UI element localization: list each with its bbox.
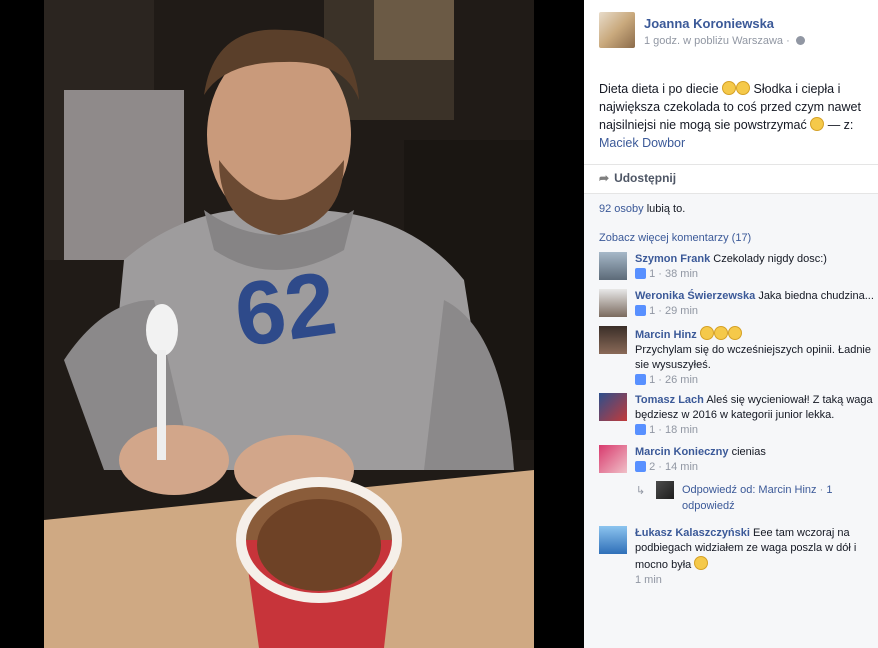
commenter-avatar[interactable] <box>599 289 627 317</box>
post-time[interactable]: 1 godz. <box>644 35 680 47</box>
post-sidebar: Joanna Koroniewska 1 godz. w pobliżu War… <box>584 0 878 648</box>
reply-separator: · <box>819 484 824 496</box>
view-more-comments-link[interactable]: Zobacz więcej komentarzy (17) <box>599 232 751 244</box>
share-button[interactable]: ➦ Udostępnij <box>599 171 676 185</box>
commenter-name[interactable]: Tomasz Lach <box>635 394 704 406</box>
commenter-avatar[interactable] <box>599 252 627 280</box>
meta-separator: · <box>658 461 662 473</box>
likes-count-link[interactable]: 92 osoby <box>599 203 644 215</box>
comment-time[interactable]: 14 min <box>665 461 698 473</box>
comment-likes[interactable]: 2 <box>649 461 655 473</box>
commenter-avatar[interactable] <box>599 393 627 421</box>
reply-arrow-icon: ↳ <box>636 485 646 497</box>
comment-time[interactable]: 26 min <box>665 374 698 386</box>
commenter-avatar[interactable] <box>599 526 627 554</box>
laugh-emoji-icon <box>736 81 751 95</box>
commenter-avatar[interactable] <box>599 445 627 473</box>
post-meta: 1 godz. w pobliżu Warszawa · <box>644 35 805 47</box>
commenter-name[interactable]: Marcin Konieczny <box>635 446 729 458</box>
comment-time[interactable]: 18 min <box>665 424 698 436</box>
laugh-emoji-icon <box>699 326 714 340</box>
share-label: Udostępnij <box>614 171 677 185</box>
likes-bar: 92 osoby lubią to. <box>584 193 878 224</box>
comment-time[interactable]: 29 min <box>665 305 698 317</box>
comment-meta: 1 · 18 min <box>635 423 878 438</box>
meta-separator: · <box>658 374 662 386</box>
svg-text:62: 62 <box>229 253 342 366</box>
commenter-name[interactable]: Weronika Świerzewska <box>635 290 755 302</box>
post-header: Joanna Koroniewska 1 godz. w pobliżu War… <box>599 12 869 52</box>
post-location[interactable]: w pobliżu Warszawa <box>683 35 783 47</box>
like-icon[interactable] <box>635 461 646 472</box>
comment-text: Przychylam się do wcześniejszych opinii.… <box>635 344 871 371</box>
meta-separator: · <box>658 305 662 317</box>
likes-suffix: lubią to. <box>646 203 686 215</box>
comment-likes[interactable]: 1 <box>649 305 655 317</box>
smile-emoji-icon <box>722 81 737 95</box>
meta-separator: · <box>658 424 662 436</box>
post-caption: Dieta dieta i po diecie Słodka i ciepła … <box>599 80 874 152</box>
tagged-user-link[interactable]: Maciek Dowbor <box>599 136 685 150</box>
comment-time[interactable]: 1 min <box>635 574 662 586</box>
caption-text-1: Dieta dieta i po diecie <box>599 82 719 96</box>
comment-time[interactable]: 38 min <box>665 268 698 280</box>
commenter-avatar[interactable] <box>599 326 627 354</box>
globe-icon[interactable] <box>795 36 805 45</box>
author-name[interactable]: Joanna Koroniewska <box>644 16 774 31</box>
reply-avatar <box>656 481 674 499</box>
comment-meta: 1 · 29 min <box>635 304 878 319</box>
comment-likes[interactable]: 1 <box>649 374 655 386</box>
commenter-name[interactable]: Szymon Frank <box>635 253 710 265</box>
meta-separator: · <box>786 35 790 47</box>
author-avatar[interactable] <box>599 12 635 48</box>
comment-text: Jaka biedna chudzina... <box>758 290 874 302</box>
comment-meta: 2 · 14 min <box>635 460 878 475</box>
like-icon[interactable] <box>635 305 646 316</box>
comment-meta: 1 · 38 min <box>635 267 878 282</box>
comment-text: Czekolady nigdy dosc:) <box>713 253 827 265</box>
photo-viewer: 62 <box>0 0 584 648</box>
sad-emoji-icon <box>810 117 825 131</box>
share-arrow-icon: ➦ <box>599 171 610 185</box>
comment-likes[interactable]: 1 <box>649 268 655 280</box>
commenter-name[interactable]: Marcin Hinz <box>635 329 697 341</box>
laugh-emoji-icon <box>727 326 742 340</box>
like-icon[interactable] <box>635 374 646 385</box>
like-icon[interactable] <box>635 424 646 435</box>
caption-with: — z: <box>827 118 854 132</box>
comment-likes[interactable]: 1 <box>649 424 655 436</box>
post-photo[interactable]: 62 <box>44 0 534 648</box>
comment-meta: 1 min <box>635 573 878 588</box>
commenter-name[interactable]: Łukasz Kalaszczyński <box>635 527 750 539</box>
divider <box>584 164 878 165</box>
like-icon[interactable] <box>635 268 646 279</box>
comment-text: cienias <box>731 446 766 458</box>
comment-meta: 1 · 26 min <box>635 373 878 388</box>
smile-emoji-icon <box>694 556 709 570</box>
comments-section: Zobacz więcej komentarzy (17) Szymon Fra… <box>584 223 878 648</box>
photo-illustration: 62 <box>44 0 534 648</box>
meta-separator: · <box>658 268 662 280</box>
laugh-emoji-icon <box>713 326 728 340</box>
likes-summary: 92 osoby lubią to. <box>599 203 685 215</box>
reply-text[interactable]: Odpowiedź od: Marcin Hinz <box>682 484 817 496</box>
